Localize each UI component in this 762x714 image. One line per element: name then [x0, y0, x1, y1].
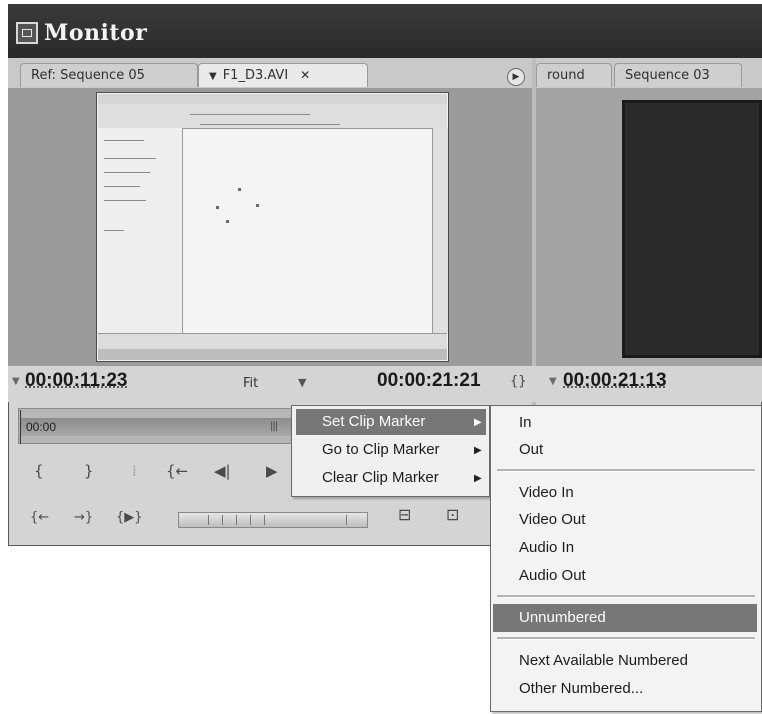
tab-program-round[interactable]: round: [536, 63, 612, 87]
go-to-in-icon[interactable]: {←: [166, 462, 188, 480]
jog-tick: [222, 515, 223, 525]
tab-menu-icon[interactable]: ▼: [209, 71, 217, 82]
zoom-level[interactable]: Fit: [243, 376, 258, 391]
time-ruler-bar[interactable]: [20, 418, 292, 436]
video-detail: [216, 206, 219, 209]
video-content-statusbar: [98, 333, 447, 350]
menu-separator: [497, 637, 755, 640]
panel-menu-button[interactable]: ▶: [507, 68, 525, 86]
video-detail: [238, 188, 241, 191]
monitor-icon: [16, 22, 38, 44]
video-detail: [104, 200, 146, 201]
window-title: Monitor: [44, 20, 148, 46]
source-current-timecode[interactable]: 00:00:11:23: [25, 370, 127, 392]
tab-label: Ref: Sequence 05: [31, 68, 145, 83]
mark-out-icon[interactable]: }: [84, 462, 94, 480]
video-detail: [256, 204, 259, 207]
playhead[interactable]: [20, 410, 21, 444]
video-detail: [200, 124, 340, 125]
submenu-item-other-numbered[interactable]: Other Numbered...: [519, 680, 643, 697]
ruler-ticks: |||: [270, 421, 278, 432]
menu-separator: [497, 469, 755, 472]
video-detail: [104, 172, 150, 173]
video-detail: [226, 220, 229, 223]
submenu-arrow-icon: ▶: [474, 445, 482, 456]
program-video-frame: [622, 100, 762, 358]
menu-item-clear-clip-marker[interactable]: Clear Clip Marker: [322, 469, 439, 486]
submenu-item-next-available[interactable]: Next Available Numbered: [519, 652, 688, 669]
video-detail: [104, 158, 156, 159]
timecode-menu-icon[interactable]: ▼: [549, 376, 557, 387]
close-icon[interactable]: ✕: [300, 68, 310, 82]
tab-label: Sequence 03: [625, 68, 710, 83]
tab-label: round: [547, 68, 585, 83]
duration-icon: {}: [510, 374, 527, 389]
chevron-down-icon[interactable]: ▼: [298, 376, 306, 389]
tab-ref-sequence[interactable]: Ref: Sequence 05: [20, 63, 198, 87]
video-detail: [104, 186, 140, 187]
video-detail: [104, 230, 124, 231]
loop-icon[interactable]: →}: [74, 510, 93, 525]
timecode-menu-icon[interactable]: ▼: [12, 376, 20, 387]
overlay-icon[interactable]: ⊡: [446, 505, 459, 524]
jog-tick: [250, 515, 251, 525]
mark-in-icon[interactable]: {: [34, 462, 44, 480]
video-content-taskbar: [98, 349, 447, 360]
menu-item-go-to-clip-marker[interactable]: Go to Clip Marker: [322, 441, 440, 458]
ruler-time-label: 00:00: [26, 420, 57, 434]
submenu-item-video-in[interactable]: Video In: [519, 484, 574, 501]
jog-tick: [208, 515, 209, 525]
submenu-item-video-out[interactable]: Video Out: [519, 511, 585, 528]
safe-margins-icon[interactable]: {▶}: [116, 510, 143, 525]
tab-clip[interactable]: ▼ F1_D3.AVI ✕: [198, 63, 368, 87]
submenu-item-audio-out[interactable]: Audio Out: [519, 567, 586, 584]
play-icon[interactable]: ▶: [266, 462, 278, 480]
submenu-item-out[interactable]: Out: [519, 441, 543, 458]
jog-tick: [264, 515, 265, 525]
menu-separator: [497, 595, 755, 598]
play-in-to-out-icon[interactable]: {←: [30, 510, 49, 525]
menu-item-label: Set Clip Marker: [322, 413, 426, 430]
tab-label: F1_D3.AVI: [222, 68, 289, 83]
set-marker-icon[interactable]: ⁞: [132, 462, 137, 480]
video-detail: [104, 140, 144, 141]
tab-program-sequence[interactable]: Sequence 03: [614, 63, 742, 87]
submenu-arrow-icon: ▶: [474, 417, 482, 428]
submenu-item-label: Unnumbered: [519, 609, 606, 626]
video-content-scrollbar: [432, 128, 448, 333]
insert-icon[interactable]: ⊟: [398, 505, 411, 524]
jog-shuttle[interactable]: [178, 512, 368, 528]
program-current-timecode[interactable]: 00:00:21:13: [563, 370, 667, 392]
submenu-item-in[interactable]: In: [519, 414, 532, 431]
video-detail: [190, 114, 310, 115]
submenu-arrow-icon: ▶: [474, 473, 482, 484]
jog-tick: [346, 515, 347, 525]
source-duration-timecode[interactable]: 00:00:21:21: [377, 370, 481, 392]
submenu-item-audio-in[interactable]: Audio In: [519, 539, 574, 556]
step-back-icon[interactable]: ◀|: [214, 462, 231, 480]
video-content-toolbar: [98, 104, 447, 129]
jog-tick: [236, 515, 237, 525]
